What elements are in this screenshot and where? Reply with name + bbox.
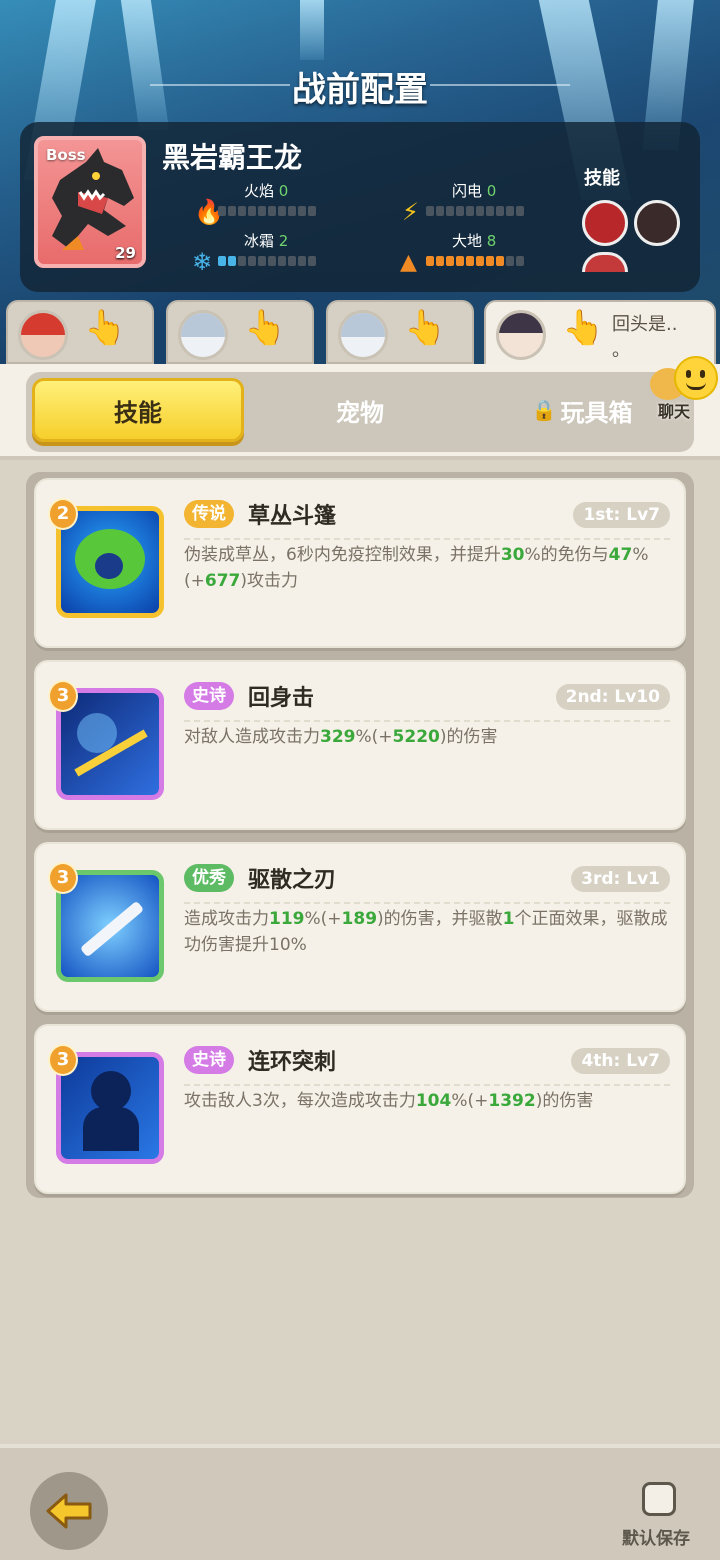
silver-hair-avatar	[178, 310, 228, 360]
stat-frost-label: 冰霜	[244, 232, 275, 250]
lock-icon: 🔒	[531, 398, 557, 422]
tap-hand-icon: 👆	[84, 308, 127, 348]
stat-fire-label: 火焰	[244, 182, 275, 200]
skill-rank-badge: 3	[48, 680, 78, 712]
section-tabs: 技能 宠物 🔒 玩具箱	[26, 372, 694, 452]
boss-skill-3-icon[interactable]	[582, 252, 628, 272]
stat-earth-label: 大地	[452, 232, 483, 250]
stat-fire-value: 0	[278, 182, 289, 200]
back-button[interactable]	[30, 1472, 108, 1550]
skill-description: 对敌人造成攻击力329%(+5220)的伤害	[184, 727, 498, 747]
character-tab-1[interactable]: 👆	[6, 300, 154, 364]
skill-rank-badge: 3	[48, 862, 78, 894]
divider	[184, 902, 670, 904]
skill-rank-badge: 2	[48, 498, 78, 530]
skill-slot-level: 2nd: Lv10	[555, 684, 670, 710]
skill-card[interactable]: 2 传说 草丛斗篷 1st: Lv7 伪装成草丛，6秒内免疫控制效果，并提升30…	[34, 478, 686, 648]
boss-skill-1-icon[interactable]	[582, 200, 628, 246]
stat-lightning-label: 闪电	[452, 182, 483, 200]
silver-hair-avatar	[338, 310, 388, 360]
divider	[184, 1084, 670, 1086]
skill-card[interactable]: 3 优秀 驱散之刃 3rd: Lv1 造成攻击力119%(+189)的伤害，并驱…	[34, 842, 686, 1012]
stat-frost-bar	[218, 256, 316, 266]
dark-hair-avatar	[496, 310, 546, 360]
earth-icon: ▲	[400, 250, 417, 275]
rarity-badge: 史诗	[184, 682, 234, 710]
bottom-bar: 默认保存	[0, 1444, 720, 1560]
red-hair-avatar	[18, 310, 68, 360]
snowflake-icon: ❄	[192, 248, 213, 276]
skill-name: 草丛斗篷	[248, 504, 337, 529]
chat-label: 聊天	[658, 402, 691, 421]
divider	[184, 720, 670, 722]
boss-name: 黑岩霸王龙	[162, 141, 303, 174]
default-save-checkbox[interactable]	[642, 1482, 676, 1516]
boss-skill-2-icon[interactable]	[634, 200, 680, 246]
divider	[184, 538, 670, 540]
character-message-line1: 回头是..	[612, 314, 678, 335]
ice-crystal	[300, 0, 324, 60]
rarity-badge: 优秀	[184, 864, 234, 892]
lightning-icon: ⚡	[402, 198, 419, 226]
back-arrow-icon	[46, 1493, 92, 1529]
tab-pets-label: 宠物	[336, 398, 384, 427]
stat-lightning-bar	[426, 206, 524, 216]
tap-hand-icon: 👆	[562, 308, 605, 348]
skill-slot-level: 3rd: Lv1	[571, 866, 670, 892]
stat-lightning-value: 0	[486, 182, 497, 200]
boss-skills-label: 技能	[584, 168, 620, 189]
chat-face-icon	[674, 356, 718, 400]
skill-list: 2 传说 草丛斗篷 1st: Lv7 伪装成草丛，6秒内免疫控制效果，并提升30…	[26, 472, 694, 1198]
skill-name: 连环突刺	[248, 1050, 337, 1075]
skill-name: 驱散之刃	[248, 868, 337, 893]
stat-fire-bar	[218, 206, 316, 216]
skill-description: 攻击敌人3次，每次造成攻击力104%(+1392)的伤害	[184, 1091, 594, 1111]
boss-tag: Boss	[46, 146, 86, 164]
skill-rank-badge: 3	[48, 1044, 78, 1076]
tab-skills-label: 技能	[114, 398, 162, 427]
skill-slot-level: 1st: Lv7	[573, 502, 670, 528]
boss-level: 29	[115, 244, 136, 262]
skill-slot-level: 4th: Lv7	[571, 1048, 670, 1074]
default-save-label: 默认保存	[622, 1529, 690, 1549]
stat-earth-bar	[426, 256, 524, 266]
chat-button[interactable]: 聊天	[648, 356, 718, 422]
tab-skills[interactable]: 技能	[32, 378, 244, 442]
skill-description: 造成攻击力119%(+189)的伤害，并驱散1个正面效果，驱散成功伤害提升10%	[184, 909, 668, 955]
rarity-badge: 史诗	[184, 1046, 234, 1074]
skill-name: 回身击	[248, 686, 315, 711]
boss-info-panel: Boss 29 黑岩霸王龙 火焰 0 🔥 闪电 0 ⚡ 冰霜 2 ❄ 大地 8 …	[20, 122, 700, 292]
character-tab-3[interactable]: 👆	[326, 300, 474, 364]
page-title: 战前配置	[292, 70, 428, 110]
section-tabs-container: 技能 宠物 🔒 玩具箱	[0, 364, 720, 460]
tap-hand-icon: 👆	[244, 308, 287, 348]
character-tab-2[interactable]: 👆	[166, 300, 314, 364]
skill-description: 伪装成草丛，6秒内免疫控制效果，并提升30%的免伤与47%(+677)攻击力	[184, 545, 649, 591]
skill-card[interactable]: 3 史诗 连环突刺 4th: Lv7 攻击敌人3次，每次造成攻击力104%(+1…	[34, 1024, 686, 1194]
tap-hand-icon: 👆	[404, 308, 447, 348]
tab-pets[interactable]: 宠物	[254, 378, 466, 442]
stat-earth-value: 8	[486, 232, 497, 250]
skill-card[interactable]: 3 史诗 回身击 2nd: Lv10 对敌人造成攻击力329%(+5220)的伤…	[34, 660, 686, 830]
boss-portrait[interactable]: Boss 29	[34, 136, 146, 268]
rarity-badge: 传说	[184, 500, 234, 528]
tab-toybox-label: 玩具箱	[560, 398, 633, 427]
stat-frost-value: 2	[278, 232, 289, 250]
